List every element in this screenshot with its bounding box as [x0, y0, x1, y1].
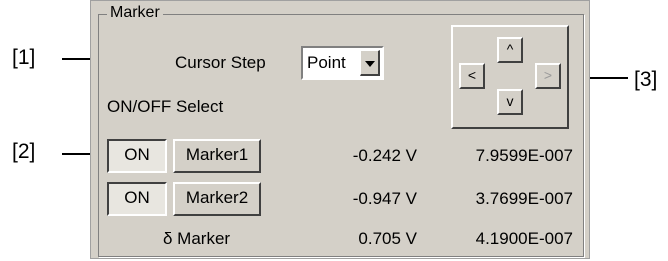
cursor-step-dropdown-button[interactable]	[360, 50, 380, 76]
delta-marker-label: δ Marker	[163, 229, 231, 248]
marker2-select-button[interactable]: Marker2	[173, 182, 261, 216]
marker1-on-toggle[interactable]: ON	[107, 139, 167, 173]
nav-right-button[interactable]: >	[535, 63, 561, 89]
marker-nav-pad: ^ v < >	[451, 25, 569, 129]
marker1-voltage: -0.242 V	[352, 146, 417, 165]
onoff-select-label: ON/OFF Select	[107, 97, 224, 116]
chevron-down-icon	[365, 61, 375, 67]
nav-down-button[interactable]: v	[497, 89, 523, 115]
cursor-step-select[interactable]: Point	[301, 46, 384, 80]
marker1-time: 7.9599E-007	[475, 146, 573, 165]
cursor-step-label: Cursor Step	[175, 53, 266, 72]
cursor-step-value: Point	[307, 53, 346, 72]
nav-up-button[interactable]: ^	[497, 37, 523, 63]
callout-3: [3]	[634, 68, 658, 91]
marker2-on-toggle[interactable]: ON	[107, 182, 167, 216]
marker2-time: 3.7699E-007	[475, 189, 573, 208]
marker1-select-button[interactable]: Marker1	[173, 139, 261, 173]
delta-time: 4.1900E-007	[475, 229, 573, 248]
marker2-voltage: -0.947 V	[352, 189, 417, 208]
callout-2: [2]	[12, 140, 36, 163]
nav-left-button[interactable]: <	[459, 63, 485, 89]
marker-group-title: Marker	[107, 4, 163, 22]
delta-voltage: 0.705 V	[358, 229, 417, 248]
marker-panel: Marker Cursor Step Point ^ v < > ON/OFF …	[90, 0, 590, 259]
callout-1: [1]	[12, 46, 36, 69]
